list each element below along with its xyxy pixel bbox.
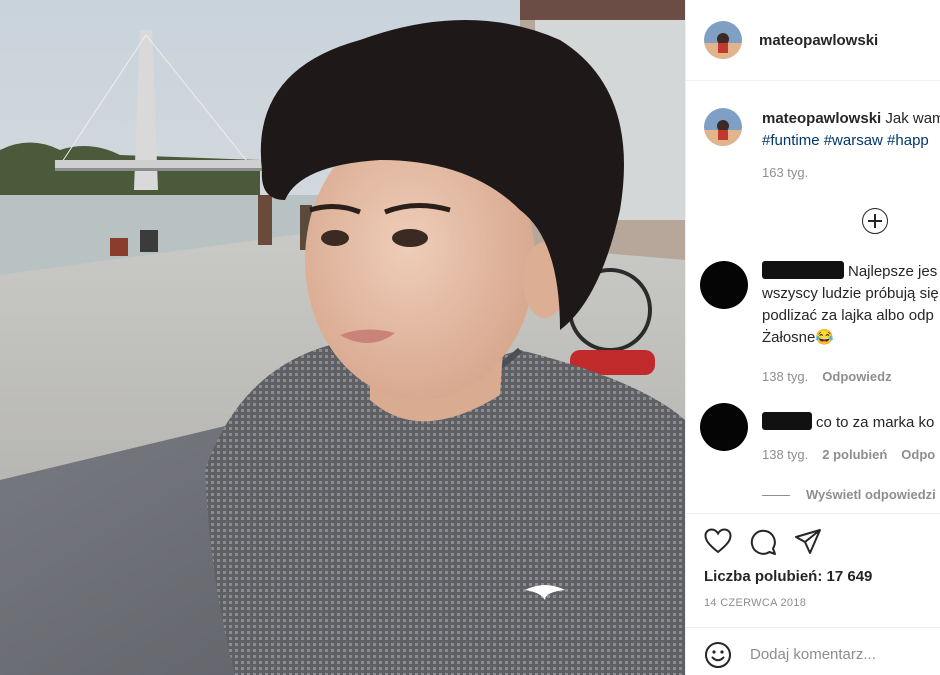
comment-icon[interactable]: [749, 528, 777, 561]
comment-meta: 138 tyg. Odpowiedz: [762, 369, 892, 384]
post-date[interactable]: 14 CZERWCA 2018: [704, 597, 806, 609]
avatar[interactable]: [704, 108, 742, 146]
post-sidebar: mateopawlowski mateopawlowski Jak wam #f…: [685, 0, 940, 675]
reply-button[interactable]: Odpo: [901, 447, 935, 462]
comment-line: Najlepsze jes: [848, 263, 938, 280]
comment-time[interactable]: 138 tyg.: [762, 447, 808, 462]
view-replies-button[interactable]: Wyświetl odpowiedzi: [762, 487, 936, 502]
redacted-username: [762, 412, 812, 430]
comment-line: co to za marka ko: [816, 414, 935, 431]
caption-body: Jak wam: [885, 110, 940, 127]
divider: [686, 627, 940, 628]
view-replies-label: Wyświetl odpowiedzi: [806, 487, 936, 502]
emoji-icon[interactable]: [704, 641, 732, 674]
avatar[interactable]: [704, 21, 742, 59]
likes-count[interactable]: Liczba polubień: 17 649: [704, 568, 872, 585]
caption-text: mateopawlowski Jak wam #funtime #warsaw …: [762, 108, 940, 152]
comment-line: podlizać za lajka albo odp: [762, 307, 934, 324]
divider: [762, 495, 790, 497]
avatar[interactable]: [700, 261, 748, 309]
comment-time[interactable]: 138 tyg.: [762, 369, 808, 384]
comment-line: wszyscy ludzie próbują się: [762, 285, 939, 302]
share-icon[interactable]: [794, 528, 822, 561]
caption-username[interactable]: mateopawlowski: [762, 110, 881, 127]
comment-line: Żałosne😂: [762, 329, 835, 346]
comment-input[interactable]: Dodaj komentarz...: [750, 646, 876, 663]
plus-circle-icon[interactable]: [862, 208, 888, 234]
comment-text: Najlepsze jes wszyscy ludzie próbują się…: [762, 261, 939, 349]
avatar[interactable]: [700, 403, 748, 451]
divider: [686, 513, 940, 514]
comment-meta: 138 tyg. 2 polubień Odpo: [762, 447, 935, 462]
redacted-username: [762, 261, 844, 279]
post-header: mateopawlowski: [686, 0, 940, 81]
caption-time[interactable]: 163 tyg.: [762, 165, 808, 180]
header-username[interactable]: mateopawlowski: [759, 32, 878, 49]
comment-likes[interactable]: 2 polubień: [822, 447, 887, 462]
comment-text: co to za marka ko: [762, 412, 934, 434]
heart-icon[interactable]: [704, 528, 732, 559]
caption-hashtags[interactable]: #funtime #warsaw #happ: [762, 132, 929, 149]
post-photo[interactable]: [0, 0, 685, 675]
reply-button[interactable]: Odpowiedz: [822, 369, 891, 384]
